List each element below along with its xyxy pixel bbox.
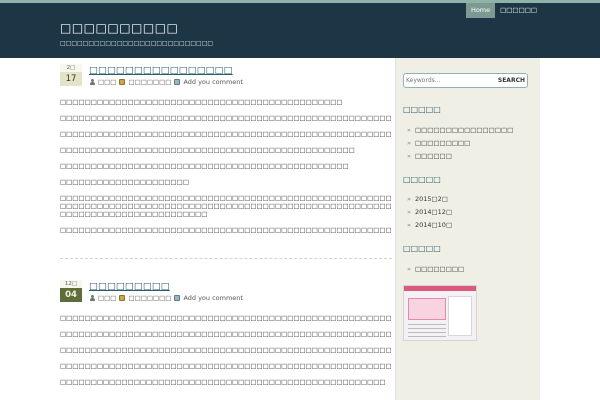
post-text-line: □□□□□□□□□□□□□□□□□□□□□□□□□□□□□□□□□□□□□□□□… [60, 194, 392, 202]
widget-list-item[interactable]: » □□□□□□□□ [407, 263, 464, 276]
site-header: □□□□□□□□□□ □□□□□□□□□□□□□□□□□□□□□□□□□□□ H… [0, 3, 600, 58]
widget-list: » □□□□□□□□□□□□□□□□ » □□□□□□□□□ » □□□□□□ [407, 124, 513, 163]
widget-link[interactable]: □□□□□□ [415, 152, 452, 160]
search-form: SEARCH [403, 73, 528, 88]
add-comment-link[interactable]: Add you comment [183, 294, 243, 302]
widget-title: □□□□□ [403, 105, 441, 114]
bullet-icon: » [407, 152, 411, 160]
post-text-line: □□□□□□□□□□□□□□□□□□□□□□□□□□□□□□□□□□□□□□□□… [60, 146, 355, 154]
folder-icon [119, 79, 126, 85]
site-description: □□□□□□□□□□□□□□□□□□□□□□□□□□□ [60, 40, 214, 47]
widget-list-item[interactable]: » 2014□12□ [407, 206, 452, 219]
widget-link[interactable]: 2014□12□ [415, 208, 452, 216]
widget-list-item[interactable]: » 2014□10□ [407, 219, 452, 232]
nav-home[interactable]: Home [465, 3, 496, 18]
post-author[interactable]: □□□ [98, 294, 116, 302]
widget-list: » □□□□□□□□ [407, 263, 464, 276]
post-text-line: □□□□□□□□□□□□□□□□□□□□□□□□□□□□□□□□□□□□□□□□… [60, 114, 392, 122]
post-text-line: □□□□□□□□□□□□□□□□□□□□□□□□□□□□□□□□□□□□□□□□… [60, 314, 392, 322]
post-author[interactable]: □□□ [98, 78, 116, 86]
main-content: 2□ 17 □□□□□□□□□□□□□□□□ □□□ □□□□□□□ Add y… [60, 58, 392, 386]
widget-list-item[interactable]: » □□□□□□ [407, 150, 513, 163]
widget-link[interactable]: 2014□10□ [415, 221, 452, 229]
widget-list-item[interactable]: » □□□□□□□□□□□□□□□□ [407, 124, 513, 137]
banner-image[interactable] [403, 285, 477, 341]
bullet-icon: » [407, 208, 411, 216]
bullet-icon: » [407, 195, 411, 203]
sidebar: SEARCH □□□□□ »□□□□□□□□□□□□□□□□ »□□□□□□□□… [395, 58, 540, 400]
post-separator [60, 258, 392, 259]
post-text-line: □□□□□□□□□□□□□□□□□□□□□□□□□□□□□□□□□□□□□□□□… [60, 330, 392, 338]
bullet-icon: » [407, 126, 411, 134]
post-text-line: □□□□□□□□□□□□□□□□□□□□□ [60, 178, 189, 186]
author-icon [89, 79, 95, 85]
widget-title: □□□□□ [403, 244, 441, 253]
widget-link[interactable]: 2015□2□ [415, 195, 448, 203]
post-title[interactable]: □□□□□□□□□ [89, 281, 170, 292]
nav-page[interactable]: □□□□□□ [495, 3, 542, 18]
post-date-day: 04 [60, 288, 82, 302]
post-category[interactable]: □□□□□□□ [128, 294, 171, 302]
post-text-line: □□□□□□□□□□□□□□□□□□□□□□□□□□□□□□□□□□□□□□□□… [60, 162, 349, 170]
post-text-line: □□□□□□□□□□□□□□□□□□□□□□□□□□□□□□□□□□□□□□□□… [60, 378, 386, 386]
post-text-line: □□□□□□□□□□□□□□□□□□□□□□□□□□□□□□□□□□□□□□□□… [60, 226, 392, 234]
search-button[interactable]: SEARCH [498, 75, 525, 86]
top-nav: Home □□□□□□ [465, 3, 542, 18]
post: 2□ 17 □□□□□□□□□□□□□□□□ □□□ □□□□□□□ Add y… [60, 58, 392, 264]
bullet-icon: » [407, 221, 411, 229]
post-text-line: □□□□□□□□□□□□□□□□□□□□□□□□□□□□□□□□□□□□□□□□… [60, 130, 392, 138]
widget-link[interactable]: □□□□□□□□□ [415, 139, 470, 147]
post-meta: □□□ □□□□□□□ Add you comment [89, 78, 243, 86]
post-date-month: 12□ [60, 280, 82, 288]
post-text-line: □□□□□□□□□□□□□□□□□□□□□□□□□□□□□□□□□□□□□□□□… [60, 98, 343, 106]
widget-list: » 2015□2□ » 2014□12□ » 2014□10□ [407, 193, 452, 232]
widget-list-item[interactable]: » □□□□□□□□□ [407, 137, 513, 150]
post-date: 12□ 04 [60, 280, 82, 302]
widget-title: □□□□□ [403, 175, 441, 184]
post-category[interactable]: □□□□□□□ [128, 78, 171, 86]
folder-icon [119, 295, 126, 301]
post-text-line: □□□□□□□□□□□□□□□□□□□□□□□□□□□□□□□□□□□□□□□□… [60, 202, 392, 210]
post-date: 2□ 17 [60, 64, 82, 86]
author-icon [89, 295, 95, 301]
comment-icon [174, 295, 181, 301]
widget-link[interactable]: □□□□□□□□ [415, 265, 464, 273]
post-date-month: 2□ [60, 64, 82, 72]
post-text-line: □□□□□□□□□□□□□□□□□□□□□□□□ [60, 210, 208, 218]
post-text-line: □□□□□□□□□□□□□□□□□□□□□□□□□□□□□□□□□□□□□□□□… [60, 362, 392, 370]
add-comment-link[interactable]: Add you comment [183, 78, 243, 86]
search-input[interactable] [406, 75, 496, 86]
comment-icon [174, 79, 181, 85]
bullet-icon: » [407, 139, 411, 147]
site-title[interactable]: □□□□□□□□□□ [60, 21, 178, 35]
post-meta: □□□ □□□□□□□ Add you comment [89, 294, 243, 302]
widget-link[interactable]: □□□□□□□□□□□□□□□□ [415, 126, 513, 134]
post-text-line: □□□□□□□□□□□□□□□□□□□□□□□□□□□□□□□□□□□□□□□□… [60, 346, 392, 354]
post-body: □□□□□□□□□□□□□□□□□□□□□□□□□□□□□□□□□□□□□□□□… [60, 314, 392, 386]
post-date-day: 17 [60, 72, 82, 86]
bullet-icon: » [407, 265, 411, 273]
post-body: □□□□□□□□□□□□□□□□□□□□□□□□□□□□□□□□□□□□□□□□… [60, 98, 392, 234]
post-title[interactable]: □□□□□□□□□□□□□□□□ [89, 65, 233, 76]
widget-list-item[interactable]: » 2015□2□ [407, 193, 452, 206]
